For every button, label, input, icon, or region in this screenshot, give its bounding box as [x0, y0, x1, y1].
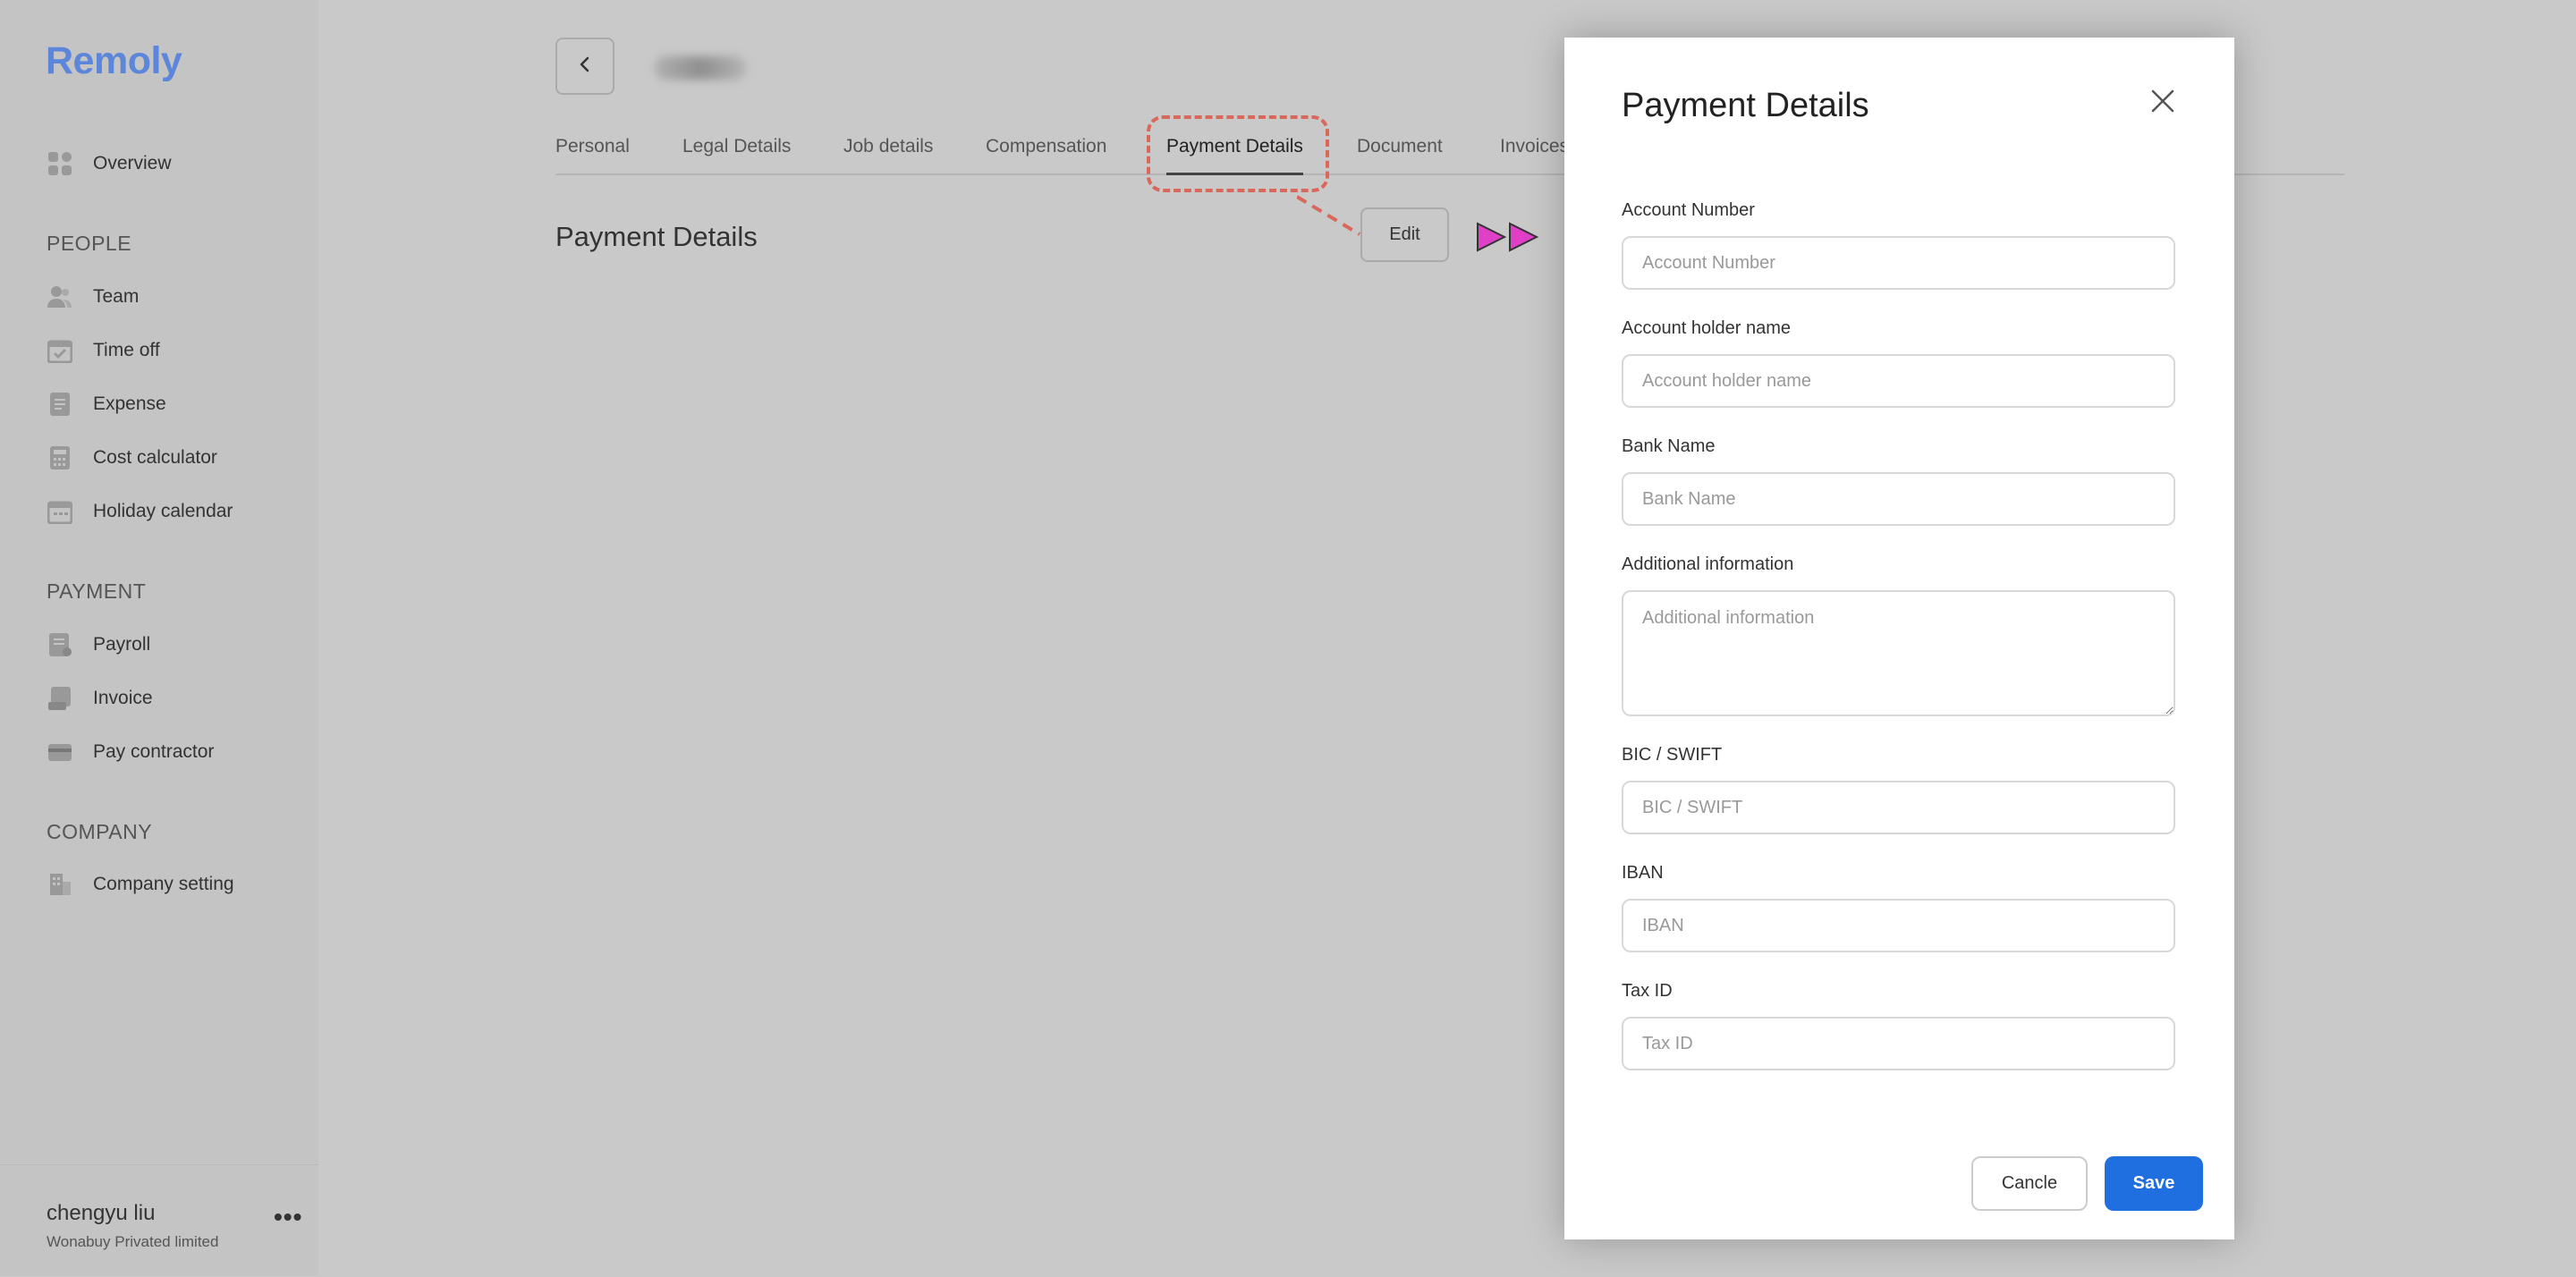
sidebar-item-pay-contractor[interactable]: Pay contractor [47, 734, 214, 770]
edit-button[interactable]: Edit [1360, 207, 1449, 262]
sidebar: Remoly Overview PEOPLE Team Time off Exp… [0, 0, 318, 1276]
sidebar-item-expense[interactable]: Expense [47, 386, 166, 422]
app-logo: Remoly [46, 39, 182, 82]
sidebar-item-invoice[interactable]: Invoice [47, 681, 153, 716]
annotation-connector [1297, 195, 1361, 236]
sidebar-item-label: Expense [93, 393, 166, 414]
sidebar-item-payroll[interactable]: Payroll [47, 627, 150, 663]
tab-legal-details[interactable]: Legal Details [682, 136, 791, 173]
invoice-icon [47, 685, 73, 712]
sidebar-item-company-setting[interactable]: Company setting [47, 867, 234, 902]
building-icon [47, 871, 73, 898]
calendar-icon [47, 498, 73, 525]
tax-id-input[interactable] [1622, 1017, 2175, 1070]
sidebar-item-overview[interactable]: Overview [47, 146, 172, 182]
tab-job-details[interactable]: Job details [843, 136, 933, 173]
iban-input[interactable] [1622, 899, 2175, 952]
user-name: chengyu liu [47, 1201, 156, 1225]
bank-name-input[interactable] [1622, 472, 2175, 526]
sidebar-item-holiday-calendar[interactable]: Holiday calendar [47, 494, 233, 529]
dashboard-icon [47, 150, 73, 177]
sidebar-item-label: Pay contractor [93, 741, 215, 762]
modal-title: Payment Details [1622, 87, 1869, 124]
sidebar-item-label: Team [93, 286, 140, 307]
tab-document[interactable]: Document [1357, 136, 1443, 173]
close-icon [2151, 89, 2174, 117]
sidebar-item-team[interactable]: Team [47, 279, 139, 315]
close-button[interactable] [2144, 84, 2182, 122]
save-button[interactable]: Save [2105, 1156, 2203, 1211]
section-title-company: COMPANY [47, 820, 153, 843]
team-icon [47, 283, 73, 310]
receipt-icon [47, 391, 73, 418]
user-organization: Wonabuy Privated limited [47, 1233, 219, 1250]
account-holder-label: Account holder name [1622, 318, 1792, 338]
play-marker-icon [1477, 222, 1539, 252]
sidebar-item-label: Time off [93, 340, 160, 360]
sidebar-item-label: Company setting [93, 874, 234, 894]
section-title-payment: PAYMENT [47, 579, 147, 603]
section-title-people: PEOPLE [47, 232, 132, 255]
page-title: Payment Details [555, 221, 758, 252]
calendar-check-icon [47, 337, 73, 364]
sidebar-item-label: Holiday calendar [93, 501, 233, 521]
iban-label: IBAN [1622, 863, 1664, 883]
back-button[interactable] [555, 38, 614, 95]
bic-swift-input[interactable] [1622, 781, 2175, 834]
account-number-label: Account Number [1622, 200, 1755, 220]
sidebar-item-label: Invoice [93, 688, 153, 708]
tab-personal[interactable]: Personal [555, 136, 630, 173]
tax-id-label: Tax ID [1622, 981, 1673, 1001]
sidebar-item-label: Overview [93, 153, 172, 173]
card-icon [47, 739, 73, 765]
account-number-input[interactable] [1622, 236, 2175, 290]
sidebar-item-label: Cost calculator [93, 447, 217, 468]
tab-invoices[interactable]: Invoices [1500, 136, 1569, 173]
additional-info-label: Additional information [1622, 554, 1794, 574]
bic-swift-label: BIC / SWIFT [1622, 745, 1723, 765]
additional-info-textarea[interactable] [1622, 590, 2175, 716]
payment-details-modal: Payment Details Account Number Account h… [1564, 38, 2234, 1239]
annotation-highlight-box [1147, 115, 1329, 192]
account-holder-input[interactable] [1622, 354, 2175, 408]
user-profile: chengyu liu Wonabuy Privated limited ••• [0, 1164, 318, 1277]
cancel-button[interactable]: Cancle [1971, 1156, 2088, 1211]
chevron-left-icon [578, 55, 592, 79]
sidebar-item-time-off[interactable]: Time off [47, 333, 160, 368]
tab-compensation[interactable]: Compensation [986, 136, 1106, 173]
sidebar-item-cost-calculator[interactable]: Cost calculator [47, 440, 217, 476]
blurred-employee-name [655, 56, 746, 80]
more-options-button[interactable]: ••• [274, 1203, 302, 1231]
bank-name-label: Bank Name [1622, 436, 1716, 456]
calculator-icon [47, 444, 73, 471]
sidebar-item-label: Payroll [93, 634, 151, 655]
payroll-icon [47, 631, 73, 658]
